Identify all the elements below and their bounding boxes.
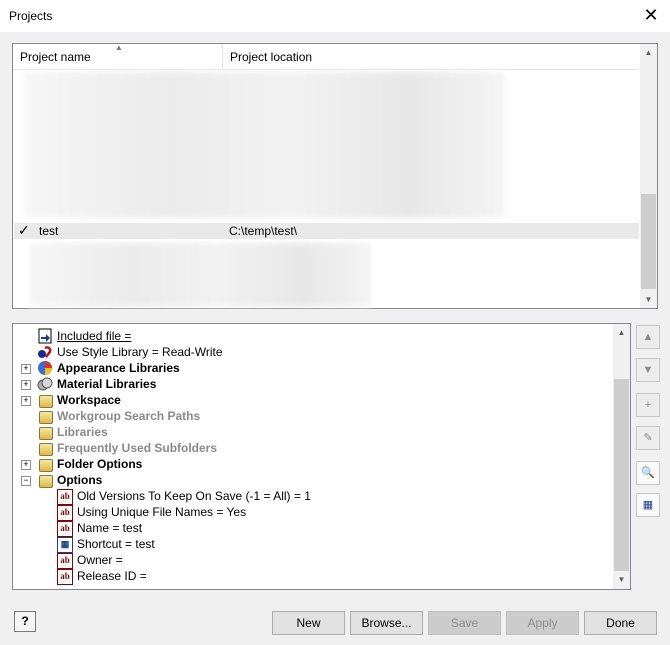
material-icon	[37, 376, 53, 392]
shortcut-icon: ▦	[57, 537, 73, 553]
scroll-down-icon[interactable]: ▼	[640, 291, 657, 308]
tree-item-label: Appearance Libraries	[57, 361, 180, 375]
folder-icon	[39, 475, 53, 488]
tree-item-label: Owner =	[77, 553, 123, 567]
text-value-icon: ab	[57, 489, 73, 505]
tree-item-label: Frequently Used Subfolders	[57, 441, 218, 455]
tree-item-label: Shortcut = test	[77, 537, 155, 551]
text-value-icon: ab	[57, 553, 73, 569]
scroll-thumb[interactable]	[614, 379, 629, 571]
tree-item-label: Included file =	[57, 329, 132, 343]
tree-item-label: Libraries	[57, 425, 108, 439]
tree-item-label: Workspace	[57, 393, 121, 407]
move-up-button[interactable]: ▲	[636, 325, 660, 349]
scroll-up-icon[interactable]: ▲	[613, 324, 630, 341]
project-name: test	[39, 224, 59, 238]
project-list-header: Project name ▲ Project location	[13, 43, 639, 70]
tree-item-label: Material Libraries	[57, 377, 157, 391]
tree-scrollbar[interactable]: ▲ ▼	[613, 324, 630, 589]
project-list[interactable]: Project name ▲ Project location ✓ test C…	[12, 43, 658, 309]
new-button[interactable]: New	[272, 611, 345, 635]
apply-button[interactable]: Apply	[506, 611, 579, 635]
find-path-button[interactable]: 🔍	[636, 461, 660, 485]
tree-item-label: Using Unique File Names = Yes	[77, 505, 247, 519]
done-button[interactable]: Done	[584, 611, 657, 635]
included-file-icon	[37, 328, 53, 344]
expand-icon[interactable]: +	[21, 460, 31, 470]
blurred-rows	[29, 243, 371, 307]
appearance-icon	[37, 360, 53, 376]
tree-item-label: Release ID =	[77, 569, 147, 583]
expand-icon[interactable]: +	[21, 380, 31, 390]
tree-item-label: Old Versions To Keep On Save (-1 = All) …	[77, 489, 311, 503]
folder-icon	[39, 443, 53, 456]
save-button[interactable]: Save	[428, 611, 501, 635]
close-icon[interactable]: ✕	[640, 5, 662, 27]
edit-path-button[interactable]: ✎	[636, 426, 660, 450]
project-list-scrollbar[interactable]: ▲ ▼	[640, 44, 657, 308]
folder-icon	[39, 411, 53, 424]
scroll-up-icon[interactable]: ▲	[640, 44, 657, 61]
window-title: Projects	[9, 9, 53, 23]
folder-icon	[39, 427, 53, 440]
style-library-icon	[37, 344, 53, 360]
text-value-icon: ab	[57, 505, 73, 521]
folder-icon	[39, 459, 53, 472]
collapse-icon[interactable]: −	[21, 476, 31, 486]
expand-icon[interactable]: +	[21, 396, 31, 406]
tree-item-label: Folder Options	[57, 457, 143, 471]
tree-item-label: Options	[57, 473, 103, 487]
folder-icon	[39, 395, 53, 408]
title-bar: Projects ✕	[0, 0, 670, 32]
move-down-button[interactable]: ▼	[636, 358, 660, 382]
scroll-thumb[interactable]	[641, 194, 656, 289]
active-check-icon: ✓	[18, 222, 30, 238]
blurred-rows	[25, 72, 505, 218]
tree-item-label: Use Style Library = Read-Write	[57, 345, 223, 359]
tree-item-label: Workgroup Search Paths	[57, 409, 201, 423]
tree-item-label: Name = test	[77, 521, 143, 535]
text-value-icon: ab	[57, 521, 73, 537]
expand-icon[interactable]: +	[21, 364, 31, 374]
help-button[interactable]: ?	[14, 611, 36, 632]
project-location: C:\temp\test\	[229, 224, 298, 238]
browse-button[interactable]: Browse...	[350, 611, 423, 635]
project-settings-tree[interactable]: Included file = Use Style Library = Read-…	[12, 323, 631, 590]
column-project-location[interactable]: Project location	[223, 44, 530, 69]
add-path-button[interactable]: +	[636, 393, 660, 417]
scroll-down-icon[interactable]: ▼	[613, 571, 630, 588]
edit-options-button[interactable]: ▦	[636, 493, 660, 517]
project-row-test[interactable]: ✓ test C:\temp\test\	[14, 222, 639, 239]
text-value-icon: ab	[57, 569, 73, 585]
sort-ascending-icon: ▲	[115, 43, 123, 52]
